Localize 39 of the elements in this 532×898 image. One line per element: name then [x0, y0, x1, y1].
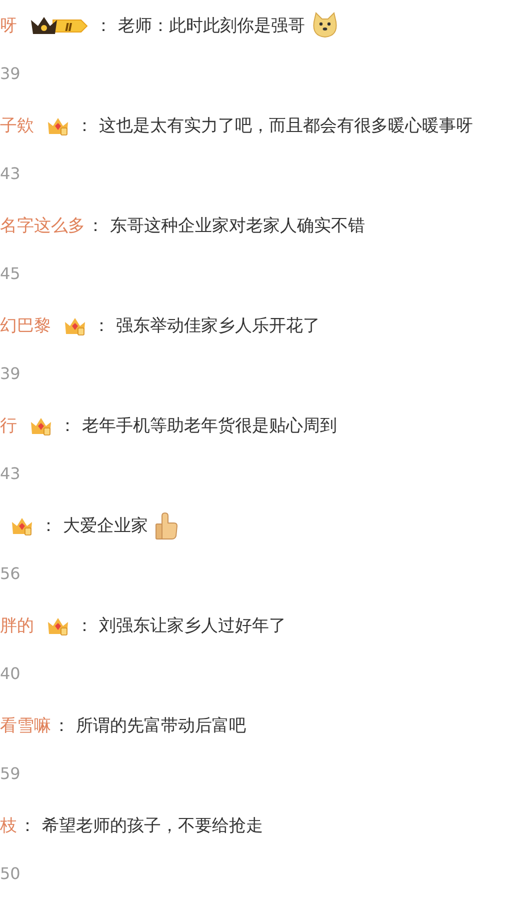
comment-text: 老年手机等助老年货很是贴心周到 [82, 418, 337, 434]
comment-text: 刘强东让家乡人过好年了 [99, 618, 286, 634]
timestamp: 39 [0, 63, 20, 85]
comment-text: 东哥这种企业家对老家人确实不错 [110, 218, 365, 234]
user-name[interactable]: 子欸 [0, 118, 34, 134]
colon: ： [87, 218, 104, 234]
timestamp: 56 [0, 563, 20, 585]
colon: ： [93, 318, 110, 334]
timestamp: 40 [0, 663, 20, 685]
crown-icon [31, 17, 57, 34]
timestamp: 43 [0, 463, 20, 485]
timestamp: 45 [0, 263, 20, 285]
user-name[interactable]: 名字这么多 [0, 218, 85, 234]
user-name[interactable]: 呀 [0, 18, 17, 34]
thumbs-up-icon [154, 512, 178, 540]
comment-text: 老师：此时此刻你是强哥 [118, 18, 305, 34]
user-name[interactable]: 行 [0, 418, 17, 434]
dog-face-icon [311, 12, 339, 40]
timestamp: 50 [0, 863, 20, 885]
timestamp: 43 [0, 163, 20, 185]
level-badge: Ⅱ [52, 20, 88, 34]
comment-text: 大爱企业家 [63, 518, 148, 534]
user-name[interactable]: 枝 [0, 818, 17, 834]
colon: ： [59, 418, 76, 434]
timestamp: 39 [0, 363, 20, 385]
colon: ： [40, 518, 57, 534]
user-name[interactable]: 幻巴黎 [0, 318, 51, 334]
colon: ： [76, 118, 93, 134]
user-name[interactable]: 胖的 [0, 618, 34, 634]
user-name[interactable]: 看雪嘛 [0, 718, 51, 734]
colon: ： [19, 818, 36, 834]
comment-text: 这也是太有实力了吧，而且都会有很多暖心暖事呀 [99, 118, 473, 134]
colon: ： [76, 618, 93, 634]
comment-text: 强东举动佳家乡人乐开花了 [116, 318, 320, 334]
colon: ： [95, 18, 112, 34]
timestamp: 59 [0, 763, 20, 785]
comment-text: 希望老师的孩子，不要给抢走 [42, 818, 263, 834]
colon: ： [53, 718, 70, 734]
comment-text: 所谓的先富带动后富吧 [76, 718, 246, 734]
